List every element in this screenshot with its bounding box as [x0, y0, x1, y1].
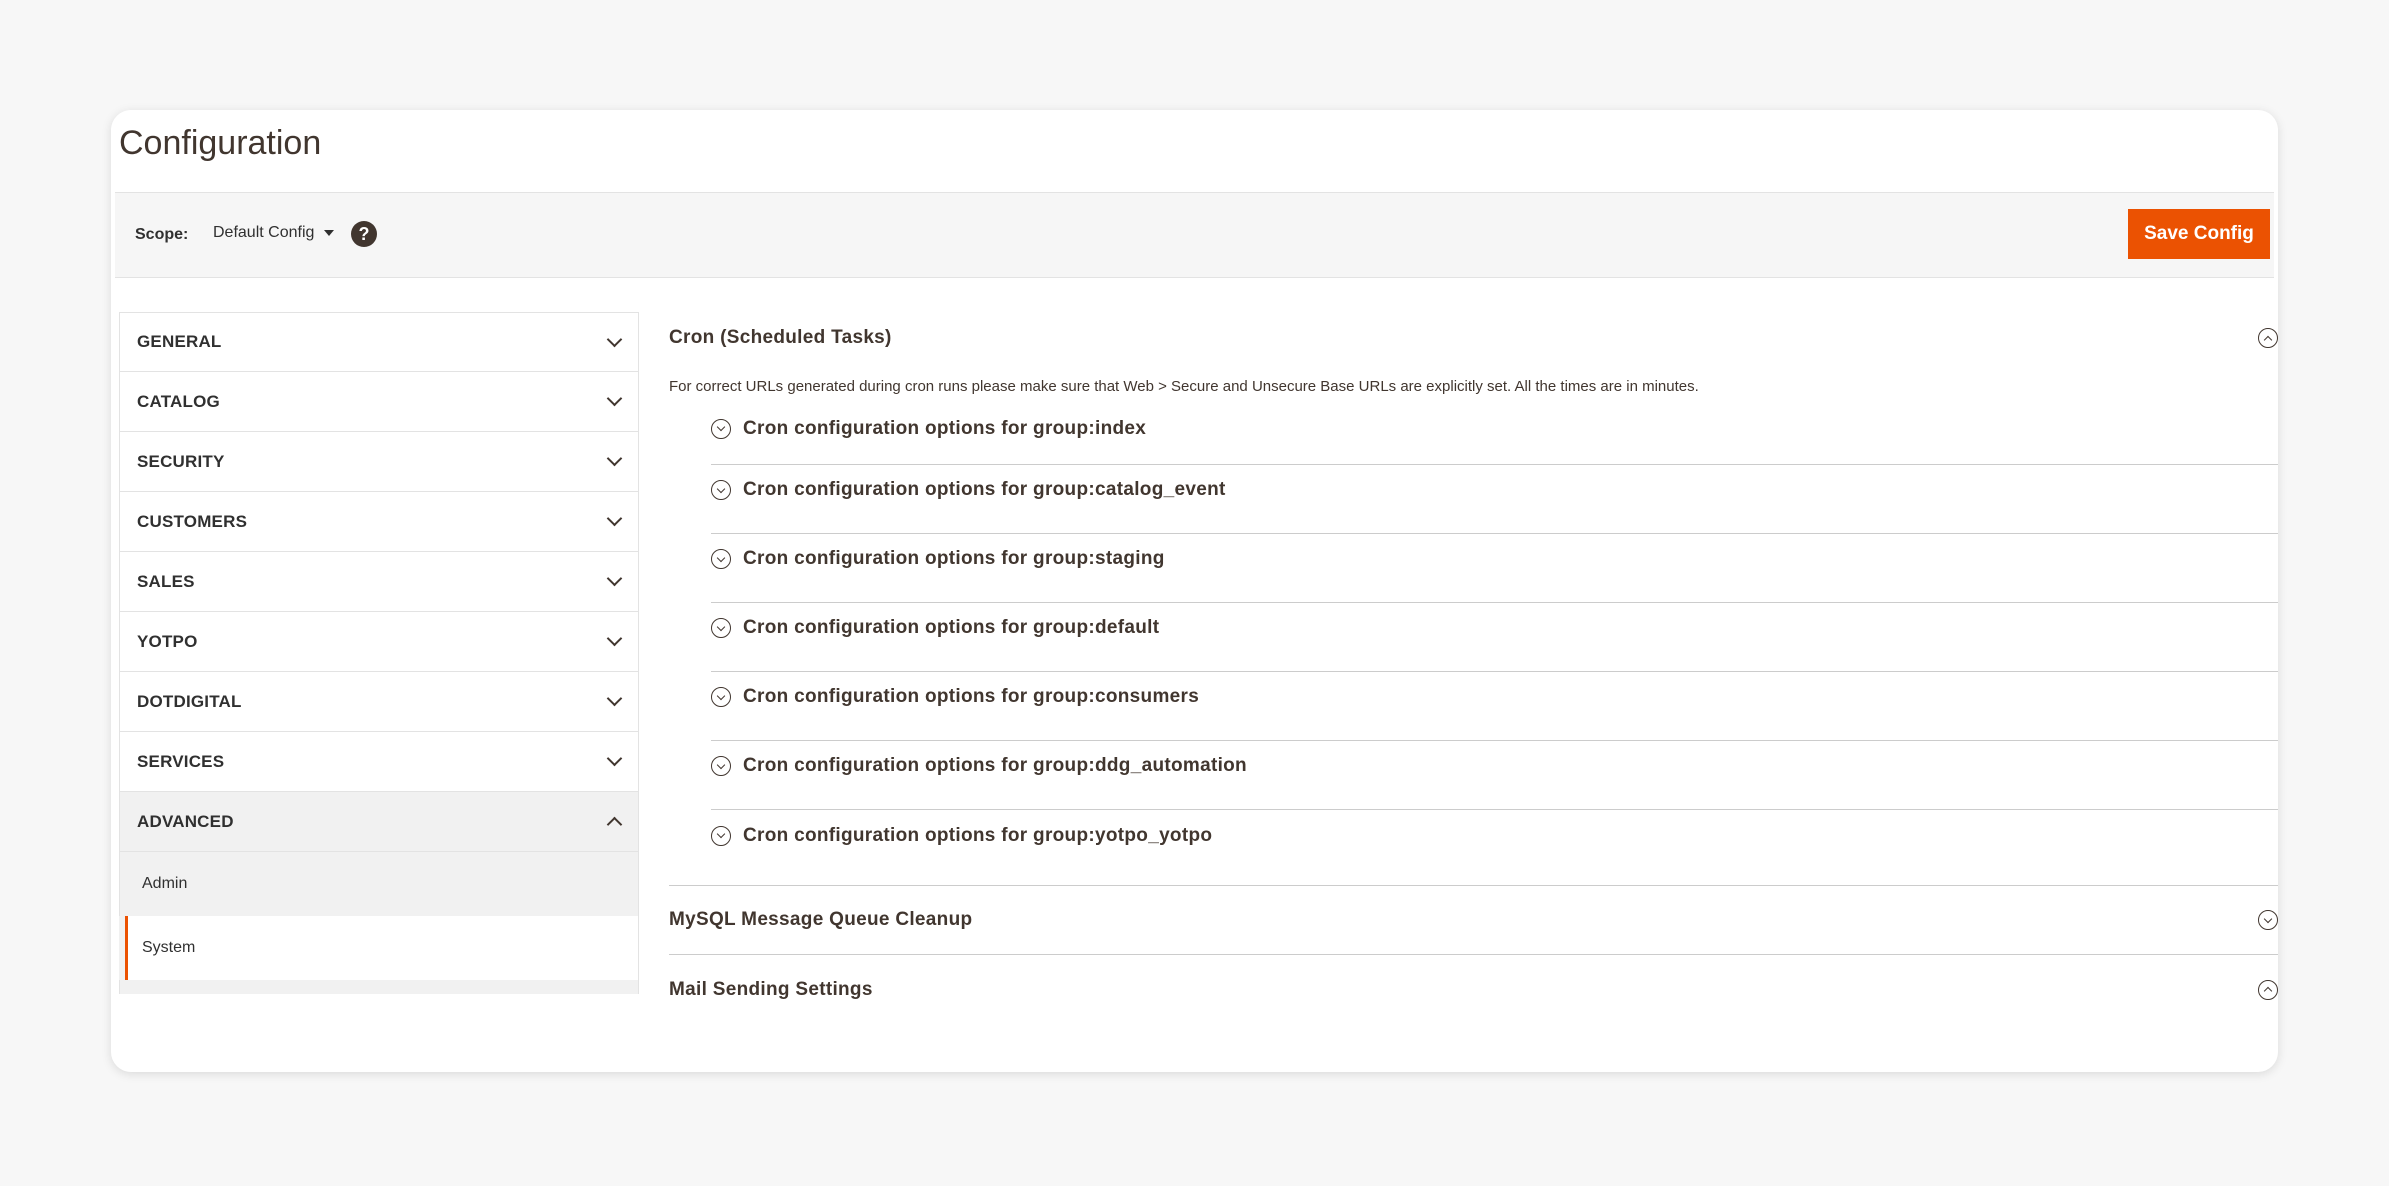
- sidebar-item-label: ADVANCED: [137, 811, 234, 831]
- chevron-down-icon: [606, 750, 623, 767]
- configuration-panel: Configuration Scope: Default Config ? Sa…: [111, 110, 2278, 1072]
- sidebar-item-advanced[interactable]: ADVANCED: [119, 792, 639, 852]
- sidebar-item-label: GENERAL: [137, 332, 222, 351]
- sidebar-item-label: CUSTOMERS: [137, 511, 248, 531]
- expand-icon: [2258, 910, 2278, 930]
- section-title: Cron (Scheduled Tasks): [669, 327, 892, 348]
- scope-switcher[interactable]: Default Config: [213, 224, 335, 242]
- scope-label: Scope:: [135, 226, 189, 243]
- sidebar-item-label: YOTPO: [137, 631, 198, 651]
- chevron-down-icon: [606, 570, 623, 587]
- sidebar-footer: [119, 980, 639, 994]
- sidebar-item-label: DOTDIGITAL: [137, 691, 242, 711]
- help-icon[interactable]: ?: [351, 221, 377, 247]
- cron-note: For correct URLs generated during cron r…: [669, 378, 1699, 395]
- sidebar-subitem-system[interactable]: System: [125, 916, 639, 980]
- cron-group-label: Cron configuration options for group:con…: [743, 686, 1200, 707]
- chevron-down-icon: [606, 510, 623, 527]
- collapse-icon: [2258, 979, 2278, 1000]
- sidebar-subitem-admin[interactable]: Admin: [119, 852, 639, 916]
- expand-icon: [711, 825, 731, 846]
- cron-groups: Cron configuration options for group:ind…: [711, 411, 2278, 879]
- config-content: Cron (Scheduled Tasks) For correct URLs …: [669, 320, 2278, 1024]
- section-cron-header[interactable]: Cron (Scheduled Tasks): [669, 320, 2278, 356]
- sidebar-item-label: CATALOG: [137, 391, 220, 411]
- sidebar-item-services[interactable]: SERVICES: [119, 732, 639, 792]
- scope-value: Default Config: [213, 224, 315, 241]
- expand-icon: [711, 756, 731, 776]
- chevron-down-icon: [606, 450, 623, 467]
- chevron-down-icon: [606, 630, 623, 647]
- collapse-icon: [2258, 328, 2278, 348]
- sidebar-item-label: SALES: [137, 571, 195, 591]
- cron-group-label: Cron configuration options for group:sta…: [743, 548, 1165, 569]
- section-mysql-queue-header[interactable]: MySQL Message Queue Cleanup: [669, 886, 2278, 955]
- chevron-down-icon: [606, 690, 623, 707]
- chevron-up-icon: [606, 816, 623, 833]
- sidebar-item-customers[interactable]: CUSTOMERS: [119, 492, 639, 552]
- cron-group-yotpo-yotpo[interactable]: Cron configuration options for group:yot…: [711, 810, 2278, 879]
- sidebar-item-catalog[interactable]: CATALOG: [119, 372, 639, 432]
- cron-group-label: Cron configuration options for group:ind…: [743, 417, 1147, 439]
- expand-icon: [711, 687, 731, 707]
- cron-group-label: Cron configuration options for group:cat…: [743, 479, 1226, 500]
- section-title: MySQL Message Queue Cleanup: [669, 909, 973, 930]
- cron-group-staging[interactable]: Cron configuration options for group:sta…: [711, 534, 2278, 603]
- expand-icon: [711, 549, 731, 569]
- scope-bar: Scope: Default Config ? Save Config: [115, 192, 2274, 278]
- expand-icon: [711, 480, 731, 500]
- save-config-button[interactable]: Save Config: [2128, 209, 2270, 259]
- caret-down-icon: [324, 230, 335, 236]
- expand-icon: [711, 618, 731, 638]
- sidebar-item-label: SECURITY: [137, 451, 225, 471]
- sidebar-item-yotpo[interactable]: YOTPO: [119, 612, 639, 672]
- cron-group-catalog-event[interactable]: Cron configuration options for group:cat…: [711, 465, 2278, 534]
- sidebar-item-sales[interactable]: SALES: [119, 552, 639, 612]
- page-title: Configuration: [119, 124, 322, 162]
- cron-group-default[interactable]: Cron configuration options for group:def…: [711, 603, 2278, 672]
- cron-group-label: Cron configuration options for group:def…: [743, 617, 1160, 638]
- section-title: Mail Sending Settings: [669, 978, 873, 1000]
- cron-group-ddg-automation[interactable]: Cron configuration options for group:ddg…: [711, 741, 2278, 810]
- cron-group-consumers[interactable]: Cron configuration options for group:con…: [711, 672, 2278, 741]
- cron-group-index[interactable]: Cron configuration options for group:ind…: [711, 411, 2278, 465]
- sidebar-item-security[interactable]: SECURITY: [119, 432, 639, 492]
- chevron-down-icon: [606, 390, 623, 407]
- sidebar-item-label: SERVICES: [137, 751, 225, 771]
- sidebar-item-dotdigital[interactable]: DOTDIGITAL: [119, 672, 639, 732]
- sidebar-subitem-wrap: System: [119, 916, 639, 980]
- sidebar-item-general[interactable]: GENERAL: [119, 312, 639, 372]
- section-mail-sending-header[interactable]: Mail Sending Settings: [669, 955, 2278, 1024]
- config-sidebar: GENERAL CATALOG SECURITY CUSTOMERS SALES…: [119, 312, 639, 994]
- cron-group-label: Cron configuration options for group:ddg…: [743, 755, 1247, 776]
- expand-icon: [711, 418, 731, 439]
- cron-group-label: Cron configuration options for group:yot…: [743, 824, 1213, 846]
- chevron-down-icon: [606, 331, 623, 347]
